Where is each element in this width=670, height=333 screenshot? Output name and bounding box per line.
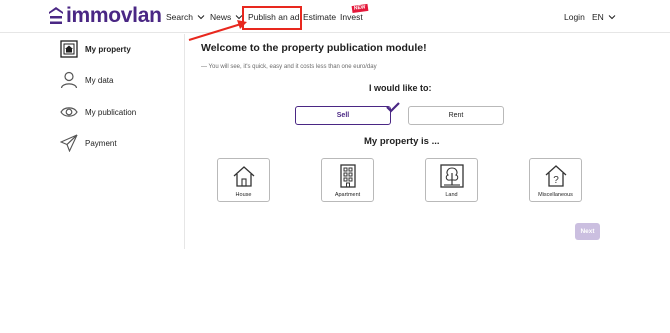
site-header: immovlan Search News Publish an ad Estim… [0,0,670,33]
sidebar-item-label: My publication [85,107,137,117]
land-icon [440,164,464,188]
login-link[interactable]: Login [564,12,585,22]
chevron-down-icon [608,15,616,20]
sidebar-item-payment[interactable]: Payment [60,134,117,152]
nav-invest-label: Invest [340,12,363,22]
property-type-miscellaneous[interactable]: ? Miscellaneous [529,158,582,202]
next-button[interactable]: Next [575,223,600,240]
eye-icon [60,107,78,117]
page-title: Welcome to the property publication modu… [201,42,427,54]
property-type-house[interactable]: House [217,158,270,202]
page-subtitle: — You will see, it's quick, easy and it … [201,64,377,70]
property-type-label: Land [445,192,458,198]
sidebar-item-label: My property [85,44,131,54]
paper-plane-icon [60,134,78,152]
property-icon [60,40,78,58]
property-type-heading: My property is ... [364,136,440,147]
logo-mark-icon [49,7,63,24]
rent-button[interactable]: Rent [408,106,504,125]
new-badge: NEW [351,3,369,14]
checkmark-icon [386,102,400,113]
svg-text:?: ? [553,175,559,186]
language-selector[interactable]: EN [592,12,616,22]
nav-estimate-label: Estimate [303,12,337,22]
sidebar-item-label: Payment [85,138,117,148]
apartment-icon [340,164,356,188]
question-house-icon: ? [545,165,567,187]
login-label: Login [564,12,585,22]
sidebar-item-my-property[interactable]: My property [60,40,131,58]
sell-button[interactable]: Sell [295,106,391,125]
sidebar: My property My data My publication Payme… [0,34,185,249]
property-type-label: Apartment [334,192,361,198]
property-type-label: House [235,192,252,198]
user-icon [60,71,78,89]
property-type-label: Miscellaneous [538,192,573,198]
intent-heading: I would like to: [369,83,432,93]
property-type-land[interactable]: Land [425,158,478,202]
property-type-apartment[interactable]: Apartment [321,158,374,202]
immovlan-logo[interactable]: immovlan [49,4,162,27]
sidebar-item-my-data[interactable]: My data [60,71,113,89]
sidebar-item-label: My data [85,75,114,85]
nav-invest[interactable]: Invest [340,12,363,22]
nav-estimate[interactable]: Estimate [303,12,336,22]
house-icon [233,166,255,187]
language-label: EN [592,12,604,22]
annotation-arrow-icon [188,20,247,41]
sidebar-item-my-publication[interactable]: My publication [60,103,136,121]
logo-text: immovlan [66,4,162,27]
